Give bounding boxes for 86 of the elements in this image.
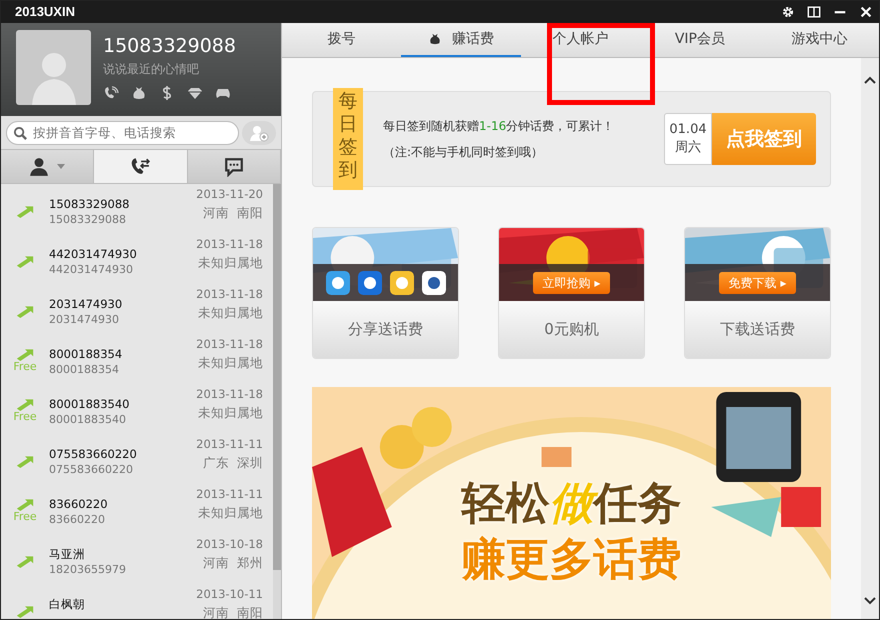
window-title: 2013UXIN <box>15 3 75 22</box>
phone-number: 2031474930 <box>49 312 120 328</box>
nav-tab[interactable]: 个人帐户 <box>520 23 640 57</box>
diamond-icon[interactable] <box>187 86 203 100</box>
scrollbar-thumb[interactable] <box>273 184 281 570</box>
add-contact-icon <box>249 124 269 142</box>
contact-name: 83660220 <box>49 496 109 512</box>
scroll-down-icon[interactable] <box>864 597 876 605</box>
phone-number: 15083329088 <box>49 212 127 228</box>
caller-location: 广东 深圳 <box>202 454 263 472</box>
outgoing-call-icon <box>15 604 35 618</box>
contact-name: 白枫朝 <box>49 596 86 612</box>
caller-location: 河南 南阳 <box>202 204 263 222</box>
call-date: 2013-11-18 <box>196 336 263 353</box>
contact-name: 8000188354 <box>49 346 124 362</box>
scroll-up-icon[interactable] <box>864 76 876 84</box>
contact-name: 马亚洲 <box>49 546 86 562</box>
promo-label[interactable]: 分享送话费 <box>313 301 458 358</box>
contact-name: 2031474930 <box>49 296 124 312</box>
outgoing-call-icon <box>15 204 35 218</box>
call-date: 2013-11-18 <box>196 236 263 253</box>
call-date: 2013-10-18 <box>196 536 263 553</box>
call-transfer-icon <box>130 156 150 176</box>
nav-tab[interactable]: VIP会员 <box>640 23 760 57</box>
nav-tab[interactable]: 游戏中心 <box>760 23 880 57</box>
promo-label[interactable]: 下载送话费 <box>685 301 830 358</box>
contacts-icon <box>29 156 50 176</box>
outgoing-call-icon <box>15 497 35 511</box>
free-label: Free <box>13 511 37 522</box>
caller-location: 河南 南阳 <box>202 604 263 619</box>
phone-number: 8000188354 <box>49 362 120 378</box>
mood-status[interactable]: 说说最近的心情吧 <box>103 60 236 78</box>
phone-number: 15083329088 <box>103 35 236 57</box>
free-label: Free <box>13 411 37 422</box>
mini-mode-icon[interactable] <box>807 5 821 19</box>
caller-location: 未知归属地 <box>197 254 263 272</box>
caller-location: 未知归属地 <box>197 404 263 422</box>
promo-label[interactable]: 0元购机 <box>499 301 644 358</box>
phone-number: 83660220 <box>49 512 106 528</box>
money-bag-icon <box>428 33 442 45</box>
contact-name: 442031474930 <box>49 246 138 262</box>
nav-tab[interactable]: 赚话费 <box>401 23 521 57</box>
call-date: 2013-10-11 <box>196 586 263 603</box>
gamepad-icon[interactable] <box>215 86 231 100</box>
panel-tab[interactable] <box>188 150 281 183</box>
outgoing-call-icon <box>15 254 35 268</box>
caller-location: 未知归属地 <box>197 304 263 322</box>
phone-number: 075583660220 <box>49 462 134 478</box>
phone-number: 18203655979 <box>49 562 127 578</box>
close-icon[interactable] <box>859 5 873 19</box>
outgoing-call-icon <box>15 397 35 411</box>
sign-in-note: （注:不能与手机同时签到哦） <box>383 144 544 161</box>
contact-name: 80001883540 <box>49 396 130 412</box>
caller-location: 未知归属地 <box>197 354 263 372</box>
chat-icon <box>224 156 244 176</box>
banner-headline: 轻松做任务 <box>462 477 682 531</box>
phone-icon[interactable] <box>103 86 119 100</box>
outgoing-call-icon <box>15 554 35 568</box>
settings-icon[interactable] <box>781 5 795 19</box>
phone-number: 442031474930 <box>49 262 134 278</box>
panel-tab[interactable] <box>1 150 94 183</box>
free-label: Free <box>13 361 37 372</box>
search-field[interactable]: 按拼音首字母、电话搜索 <box>6 120 239 144</box>
outgoing-call-icon <box>15 454 35 468</box>
phone-number: 80001883540 <box>49 412 127 428</box>
nav-tab[interactable]: 拨号 <box>282 23 402 57</box>
panel-tab[interactable] <box>94 150 188 183</box>
money-bag-icon[interactable] <box>131 86 147 100</box>
sign-in-description: 每日签到随机获赠1-16分钟话费，可累计！ <box>383 118 616 135</box>
promo-button[interactable]: 立即抢购 ▸ <box>532 272 610 294</box>
call-date: 2013-11-18 <box>196 286 263 303</box>
date-display: 01.04 周六 <box>664 113 712 165</box>
caller-location: 河南 郑州 <box>202 554 263 572</box>
outgoing-call-icon <box>15 347 35 361</box>
dropdown-caret-icon <box>57 164 66 169</box>
banner-headline: 赚更多话费 <box>462 533 682 587</box>
call-date: 2013-11-18 <box>196 386 263 403</box>
call-date: 2013-11-11 <box>196 436 263 453</box>
call-date: 2013-11-20 <box>196 186 263 203</box>
caller-location: 未知归属地 <box>197 504 263 522</box>
contact-name: 15083329088 <box>49 196 130 212</box>
call-date: 2013-11-11 <box>196 486 263 503</box>
outgoing-call-icon <box>15 304 35 318</box>
promo-button[interactable]: 免费下载 ▸ <box>718 272 796 294</box>
contact-name: 075583660220 <box>49 446 138 462</box>
daily-sign-in-ribbon: 每日签到 <box>333 88 363 190</box>
